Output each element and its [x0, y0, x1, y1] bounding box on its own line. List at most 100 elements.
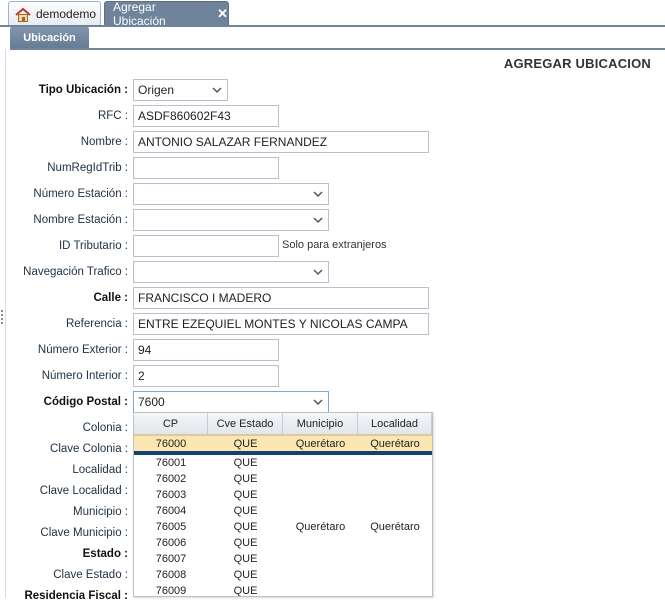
tab-strip: demodemo Agregar Ubicación ✕ — [0, 0, 665, 28]
nombre-label: Nombre : — [80, 136, 128, 148]
cp-cell: 76006 — [155, 537, 187, 549]
nombre-input[interactable]: ANTONIO SALAZAR FERNANDEZ — [133, 131, 429, 153]
numregidtrib-input[interactable] — [133, 157, 279, 179]
numregidtrib-label: NumRegIdTrib : — [47, 162, 128, 174]
table-row[interactable]: 76004 QUE — [134, 503, 432, 519]
localidad-cell — [358, 583, 432, 596]
cve-estado-cell: QUE — [233, 553, 258, 565]
column-header-cve-estado[interactable]: Cve Estado — [208, 413, 283, 435]
numero-estacion-label: Número Estación : — [33, 188, 128, 200]
column-header-municipio[interactable]: Municipio — [283, 413, 358, 435]
codigo-postal-dropdown: CP Cve Estado Municipio Localidad 76000 Q… — [133, 412, 433, 597]
clave-colonia-label: Clave Colonia : — [50, 443, 128, 455]
clave-estado-label: Clave Estado : — [53, 569, 128, 581]
calle-input[interactable]: FRANCISCO I MADERO — [133, 287, 429, 309]
referencia-input[interactable]: ENTRE EZEQUIEL MONTES Y NICOLAS CAMPA — [133, 313, 429, 335]
navegacion-trafico-label: Navegación Trafico : — [23, 266, 128, 278]
localidad-cell: Querétaro — [370, 521, 420, 533]
localidad-cell — [358, 567, 432, 583]
id-tributario-hint: Solo para extranjeros — [282, 239, 387, 251]
codigo-postal-combobox[interactable]: 7600 — [133, 391, 329, 413]
referencia-label: Referencia : — [65, 318, 128, 330]
tab-home[interactable]: demodemo — [8, 1, 101, 26]
navegacion-trafico-select[interactable] — [133, 261, 329, 283]
municipio-cell — [283, 583, 358, 596]
rfc-label: RFC : — [97, 110, 128, 122]
cp-cell: 76004 — [155, 505, 187, 517]
cp-cell: 76002 — [155, 473, 187, 485]
table-row[interactable]: 76003 QUE — [134, 487, 432, 503]
municipio-cell — [283, 535, 358, 551]
dropdown-body: 76000 QUE Querétaro Querétaro 76001 QUE 76002 Q… — [134, 435, 432, 597]
cp-cell: 76003 — [155, 489, 187, 501]
subtab-strip: Ubicación — [0, 27, 665, 50]
id-tributario-input[interactable] — [133, 235, 279, 257]
dropdown-header: CP Cve Estado Municipio Localidad — [134, 413, 432, 435]
municipio-cell — [283, 503, 358, 519]
tab-agregar-ubicacion[interactable]: Agregar Ubicación ✕ — [104, 0, 229, 28]
splitter-handle[interactable] — [1, 310, 3, 324]
cve-estado-cell: QUE — [233, 537, 258, 549]
cve-estado-cell: QUE — [233, 585, 258, 597]
localidad-cell — [358, 455, 432, 471]
panel-border — [5, 49, 6, 598]
table-row[interactable]: 76005 QUE Querétaro Querétaro — [134, 519, 432, 535]
cp-cell: 76001 — [155, 457, 187, 469]
colonia-label: Colonia : — [82, 422, 128, 434]
tipo-ubicacion-value: Origen — [138, 83, 175, 97]
chevron-down-icon — [212, 87, 222, 94]
cp-cell: 76007 — [155, 553, 187, 565]
table-row[interactable]: 76007 QUE — [134, 551, 432, 567]
cve-estado-cell: QUE — [233, 489, 258, 501]
localidad-cell — [358, 503, 432, 519]
localidad-cell — [358, 551, 432, 567]
nombre-estacion-label: Nombre Estación : — [33, 214, 128, 226]
cp-cell: 76000 — [155, 438, 187, 450]
estado-label: Estado : — [82, 548, 128, 560]
numero-exterior-label: Número Exterior : — [37, 344, 128, 356]
column-header-cp[interactable]: CP — [134, 413, 208, 435]
numero-interior-input[interactable]: 2 — [133, 365, 279, 387]
cve-estado-cell: QUE — [233, 569, 258, 581]
chevron-down-icon — [313, 399, 323, 406]
cp-cell: 76005 — [155, 521, 187, 533]
id-tributario-label: ID Tributario : — [58, 240, 128, 252]
municipio-cell — [283, 471, 358, 487]
localidad-cell: Querétaro — [370, 438, 420, 450]
table-row[interactable]: 76002 QUE — [134, 471, 432, 487]
rfc-input[interactable]: ASDF860602F43 — [133, 105, 279, 127]
chevron-down-icon — [313, 217, 323, 224]
nombre-estacion-select[interactable] — [133, 209, 329, 231]
tipo-ubicacion-label: Tipo Ubicación : — [38, 84, 128, 96]
cp-cell: 76008 — [155, 569, 187, 581]
chevron-down-icon — [313, 191, 323, 198]
tab-home-label: demodemo — [36, 7, 97, 21]
chevron-down-icon — [313, 269, 323, 276]
calle-label: Calle : — [93, 292, 128, 304]
cve-estado-cell: QUE — [233, 473, 258, 485]
table-row[interactable]: 76008 QUE — [134, 567, 432, 583]
localidad-label: Localidad : — [72, 464, 128, 476]
cve-estado-cell: QUE — [233, 505, 258, 517]
numero-estacion-select[interactable] — [133, 183, 329, 205]
municipio-cell — [283, 551, 358, 567]
close-icon[interactable]: ✕ — [217, 6, 228, 22]
clave-municipio-label: Clave Municipio : — [40, 527, 128, 539]
tab-ubicacion[interactable]: Ubicación — [10, 27, 89, 49]
municipio-cell — [283, 487, 358, 503]
table-row-selected[interactable]: 76000 QUE Querétaro Querétaro — [134, 435, 432, 451]
codigo-postal-value: 7600 — [138, 395, 165, 409]
residencia-fiscal-label: Residencia Fiscal : — [24, 590, 128, 602]
tab-active-label: Agregar Ubicación — [113, 0, 166, 28]
subtab-divider — [10, 48, 665, 50]
cve-estado-cell: QUE — [233, 457, 258, 469]
home-icon — [15, 7, 31, 22]
cp-cell: 76009 — [155, 585, 187, 597]
tipo-ubicacion-select[interactable]: Origen — [133, 79, 228, 101]
municipio-cell: Querétaro — [295, 438, 346, 450]
table-row[interactable]: 76001 QUE — [134, 455, 432, 471]
table-row[interactable]: 76009 QUE — [134, 583, 432, 597]
numero-exterior-input[interactable]: 94 — [133, 339, 279, 361]
table-row[interactable]: 76006 QUE — [134, 535, 432, 551]
column-header-localidad[interactable]: Localidad — [358, 413, 432, 435]
